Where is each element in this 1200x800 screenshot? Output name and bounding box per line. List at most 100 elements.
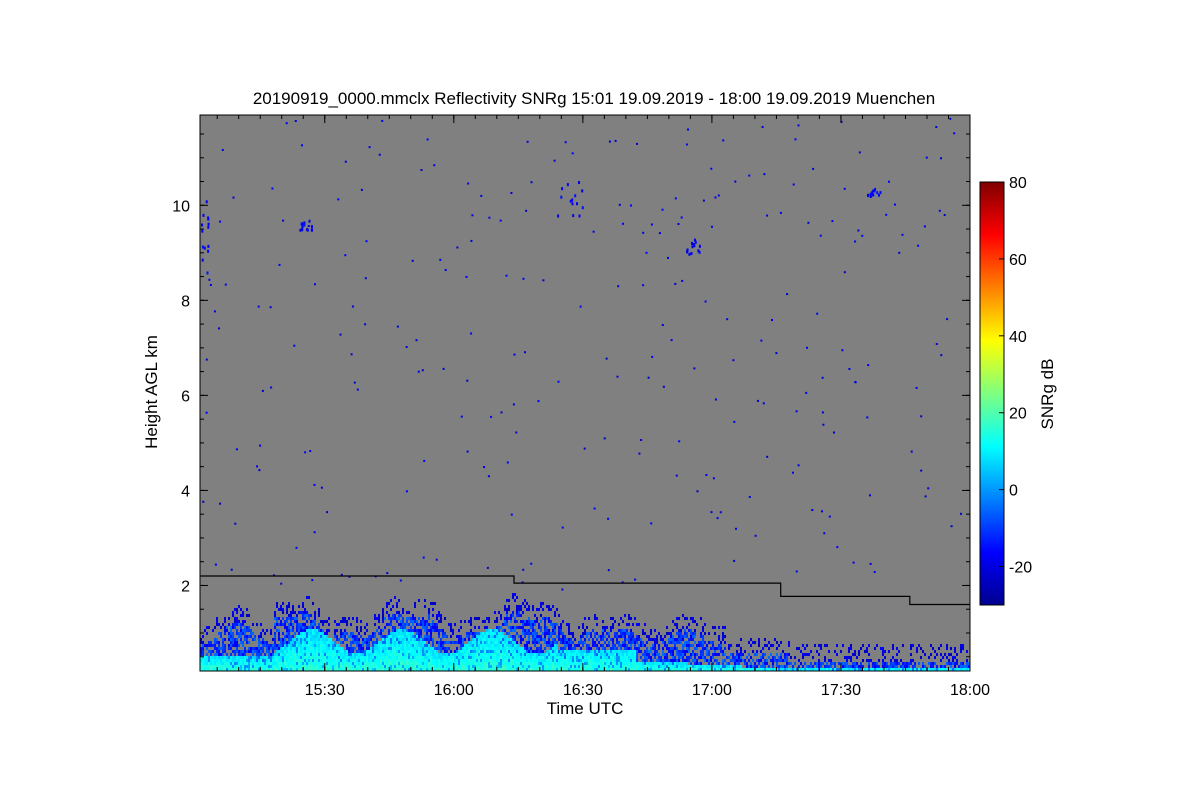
echo-cell [396, 641, 398, 644]
echo-cell [594, 662, 596, 665]
echo-cell [592, 659, 594, 662]
echo-cell [622, 632, 624, 635]
echo-cell [530, 650, 532, 653]
echo-cell [934, 656, 936, 659]
echo-cell [620, 617, 622, 620]
echo-cell [216, 650, 218, 653]
echo-cell [214, 659, 216, 662]
echo-cell [516, 665, 518, 668]
echo-cell [698, 662, 700, 665]
echo-cell [438, 635, 440, 638]
echo-cell [628, 656, 630, 659]
echo-cell [866, 650, 868, 653]
echo-cell [332, 647, 334, 650]
echo-cell [542, 602, 544, 605]
echo-cell [512, 611, 514, 614]
echo-cell [878, 665, 880, 668]
echo-cell [252, 647, 254, 650]
noise-speckle [710, 167, 713, 170]
echo-cell [468, 635, 470, 638]
echo-cell [294, 653, 296, 656]
echo-cell [508, 659, 510, 662]
echo-cell [232, 659, 234, 662]
noise-speckle [603, 437, 606, 440]
echo-cell [380, 656, 382, 659]
echo-cell [530, 662, 532, 665]
echo-cell [362, 638, 364, 641]
echo-cell [540, 659, 542, 662]
echo-cell [334, 647, 336, 650]
echo-cell [842, 662, 844, 665]
echo-cell [476, 647, 478, 650]
echo-cell [636, 665, 638, 668]
echo-cell [300, 626, 302, 629]
echo-cell [236, 659, 238, 662]
echo-cell [476, 632, 478, 635]
echo-cell [230, 653, 232, 656]
noise-speckle [364, 323, 367, 326]
echo-cell [308, 644, 310, 647]
echo-cell [584, 656, 586, 659]
echo-cell [502, 641, 504, 644]
echo-cell [530, 620, 532, 623]
echo-cell [358, 638, 360, 641]
echo-cell [474, 650, 476, 653]
echo-cell [506, 635, 508, 638]
echo-cell [516, 662, 518, 665]
echo-cell [282, 644, 284, 647]
echo-cell [302, 644, 304, 647]
echo-cell [534, 620, 536, 623]
noise-speckle [405, 490, 408, 493]
echo-cell [292, 617, 294, 620]
echo-cell [642, 665, 644, 668]
noise-speckle [422, 556, 425, 559]
echo-cell [282, 611, 284, 614]
echo-cell [408, 629, 410, 632]
noise-speckle [313, 483, 316, 486]
echo-cell [428, 650, 430, 653]
echo-cell [512, 635, 514, 638]
echo-cell [286, 626, 288, 629]
echo-cell [432, 659, 434, 662]
echo-cell [488, 617, 490, 620]
echo-cell [538, 659, 540, 662]
echo-cell [474, 632, 476, 635]
echo-cell [912, 644, 914, 647]
echo-cell [500, 632, 502, 635]
noise-speckle [294, 120, 297, 122]
echo-cell [336, 638, 338, 641]
echo-cell [468, 662, 470, 665]
echo-cell [578, 650, 580, 653]
cirrus-cell [308, 219, 311, 223]
echo-cell [536, 608, 538, 611]
echo-cell [688, 629, 690, 632]
echo-cell [246, 629, 248, 632]
noise-speckle [280, 582, 283, 585]
echo-cell [630, 641, 632, 644]
noise-speckle [295, 546, 298, 549]
echo-cell [470, 629, 472, 632]
echo-cell [882, 662, 884, 665]
echo-cell [590, 650, 592, 653]
noise-speckle [792, 471, 794, 474]
echo-cell [264, 644, 266, 647]
echo-cell [666, 662, 668, 665]
cirrus-cell [301, 228, 304, 232]
echo-cell [298, 644, 300, 647]
echo-cell [854, 650, 856, 653]
echo-cell [210, 641, 212, 644]
echo-cell [510, 662, 512, 665]
echo-cell [202, 647, 204, 650]
noise-speckle [662, 385, 665, 388]
echo-cell [388, 662, 390, 665]
echo-cell [388, 632, 390, 635]
echo-cell [352, 638, 354, 641]
echo-cell [380, 653, 382, 656]
cirrus-cell [207, 217, 210, 221]
echo-cell [286, 662, 288, 665]
echo-cell [296, 626, 298, 629]
echo-cell [622, 629, 624, 632]
echo-cell [816, 665, 818, 668]
echo-cell [292, 623, 294, 626]
echo-cell [270, 659, 272, 662]
